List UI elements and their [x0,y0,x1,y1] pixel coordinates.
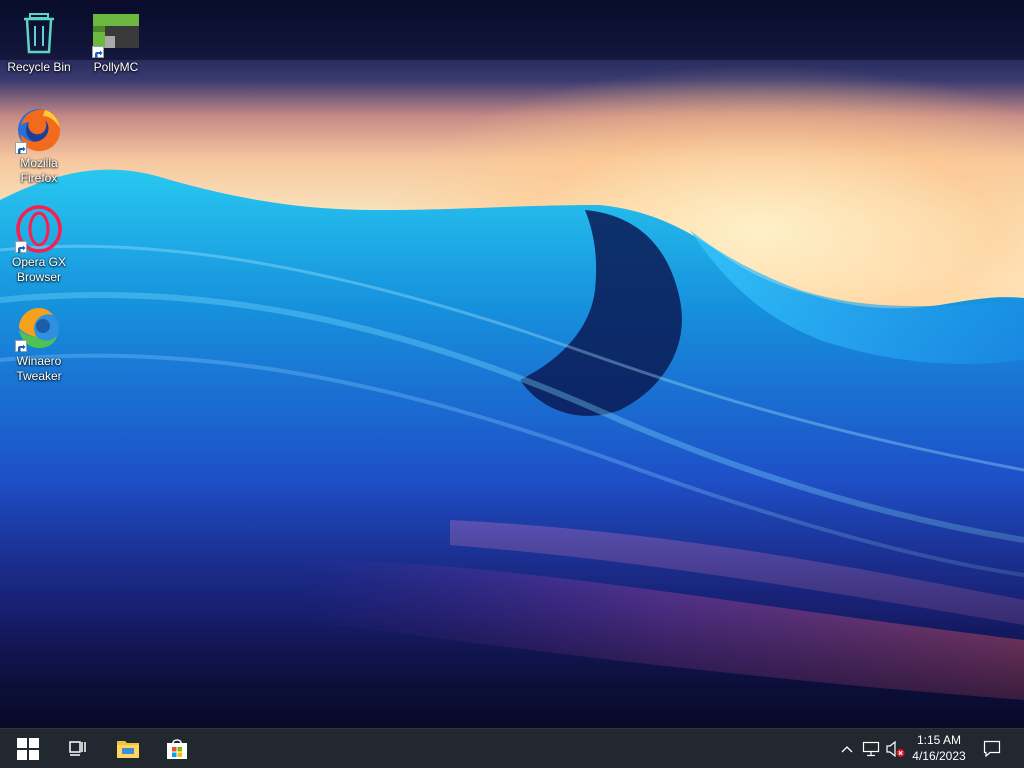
shortcut-arrow-icon [15,142,27,154]
desktop-icon-label: Winaero Tweaker [16,354,62,383]
desktop-icon-firefox[interactable]: Mozilla Firefox [1,106,77,186]
desktop-icon-label: Opera GX Browser [11,255,67,284]
taskbar: 1:15 AM 4/16/2023 [0,728,1024,768]
desktop-icon-recycle-bin[interactable]: Recycle Bin [1,10,77,75]
action-center-button[interactable] [978,729,1006,769]
file-explorer-button[interactable] [104,729,152,769]
firefox-icon [15,106,63,154]
pollymc-icon [92,10,140,58]
task-view-icon [69,741,86,756]
opera-gx-icon [15,205,63,253]
start-button[interactable] [4,729,52,769]
tray-overflow-button[interactable] [838,729,856,769]
desktop-icon-label: Recycle Bin [7,60,71,74]
shortcut-arrow-icon [92,46,104,58]
clock-time: 1:15 AM [916,733,962,747]
desktop-icon-pollymc[interactable]: PollyMC [78,10,154,75]
winaero-tweaker-icon [15,304,63,352]
shortcut-arrow-icon [15,241,27,253]
desktop[interactable]: Recycle Bin PollyMC Mozilla Firefox Oper… [0,0,1024,728]
recycle-bin-icon [15,10,63,58]
store-bag-icon [167,739,187,759]
microsoft-store-button[interactable] [153,729,201,769]
windows-logo-icon [17,738,39,760]
tray-volume-button[interactable] [884,729,906,769]
chevron-up-icon [841,746,853,753]
network-icon [862,741,880,757]
clock-date: 4/16/2023 [912,749,966,763]
wallpaper-wave [0,0,1024,728]
desktop-icon-label: PollyMC [93,60,139,74]
desktop-icon-label: Mozilla Firefox [20,156,58,185]
task-view-button[interactable] [54,729,102,769]
action-center-icon [983,740,1001,758]
desktop-icon-opera-gx[interactable]: Opera GX Browser [1,205,77,285]
desktop-icon-winaero-tweaker[interactable]: Winaero Tweaker [1,304,77,384]
folder-icon [117,741,139,758]
tray-network-button[interactable] [860,729,882,769]
volume-muted-icon [886,740,905,758]
shortcut-arrow-icon [15,340,27,352]
taskbar-clock[interactable]: 1:15 AM 4/16/2023 [906,732,972,764]
